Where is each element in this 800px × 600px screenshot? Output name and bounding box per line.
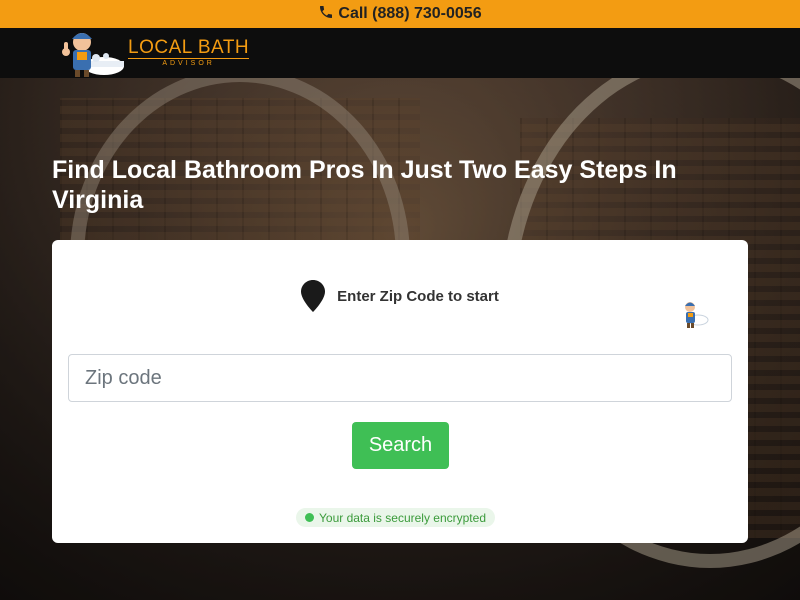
hero-headline: Find Local Bathroom Pros In Just Two Eas… [52, 156, 677, 214]
secure-note: Your data is securely encrypted [319, 510, 486, 525]
phone-icon [318, 4, 334, 25]
phone-number: Call (888) 730-0056 [338, 5, 482, 22]
secure-status-dot-icon [305, 513, 314, 522]
call-phone-link[interactable]: Call (888) 730-0056 [318, 4, 482, 25]
plumber-mascot-icon [678, 298, 710, 330]
logo-title: LOCAL BATH [128, 37, 250, 58]
logo-wordmark: LOCAL BATH ADVISOR [128, 37, 250, 68]
search-button[interactable]: Search [352, 422, 449, 469]
secure-badge: Your data is securely encrypted [296, 508, 495, 527]
logo-subtitle: ADVISOR [128, 58, 250, 68]
map-pin-icon [301, 280, 326, 312]
site-header: LOCAL BATH ADVISOR [0, 28, 800, 78]
step-label: Enter Zip Code to start [337, 287, 499, 305]
zip-code-input[interactable] [68, 354, 732, 402]
site-logo[interactable]: LOCAL BATH ADVISOR [56, 28, 250, 78]
step-title: Enter Zip Code to start [52, 280, 748, 312]
top-call-bar: Call (888) 730-0056 [0, 0, 800, 28]
zip-form-card: Enter Zip Code to start Search Your data… [52, 240, 748, 543]
plumber-mascot-icon [56, 28, 126, 78]
